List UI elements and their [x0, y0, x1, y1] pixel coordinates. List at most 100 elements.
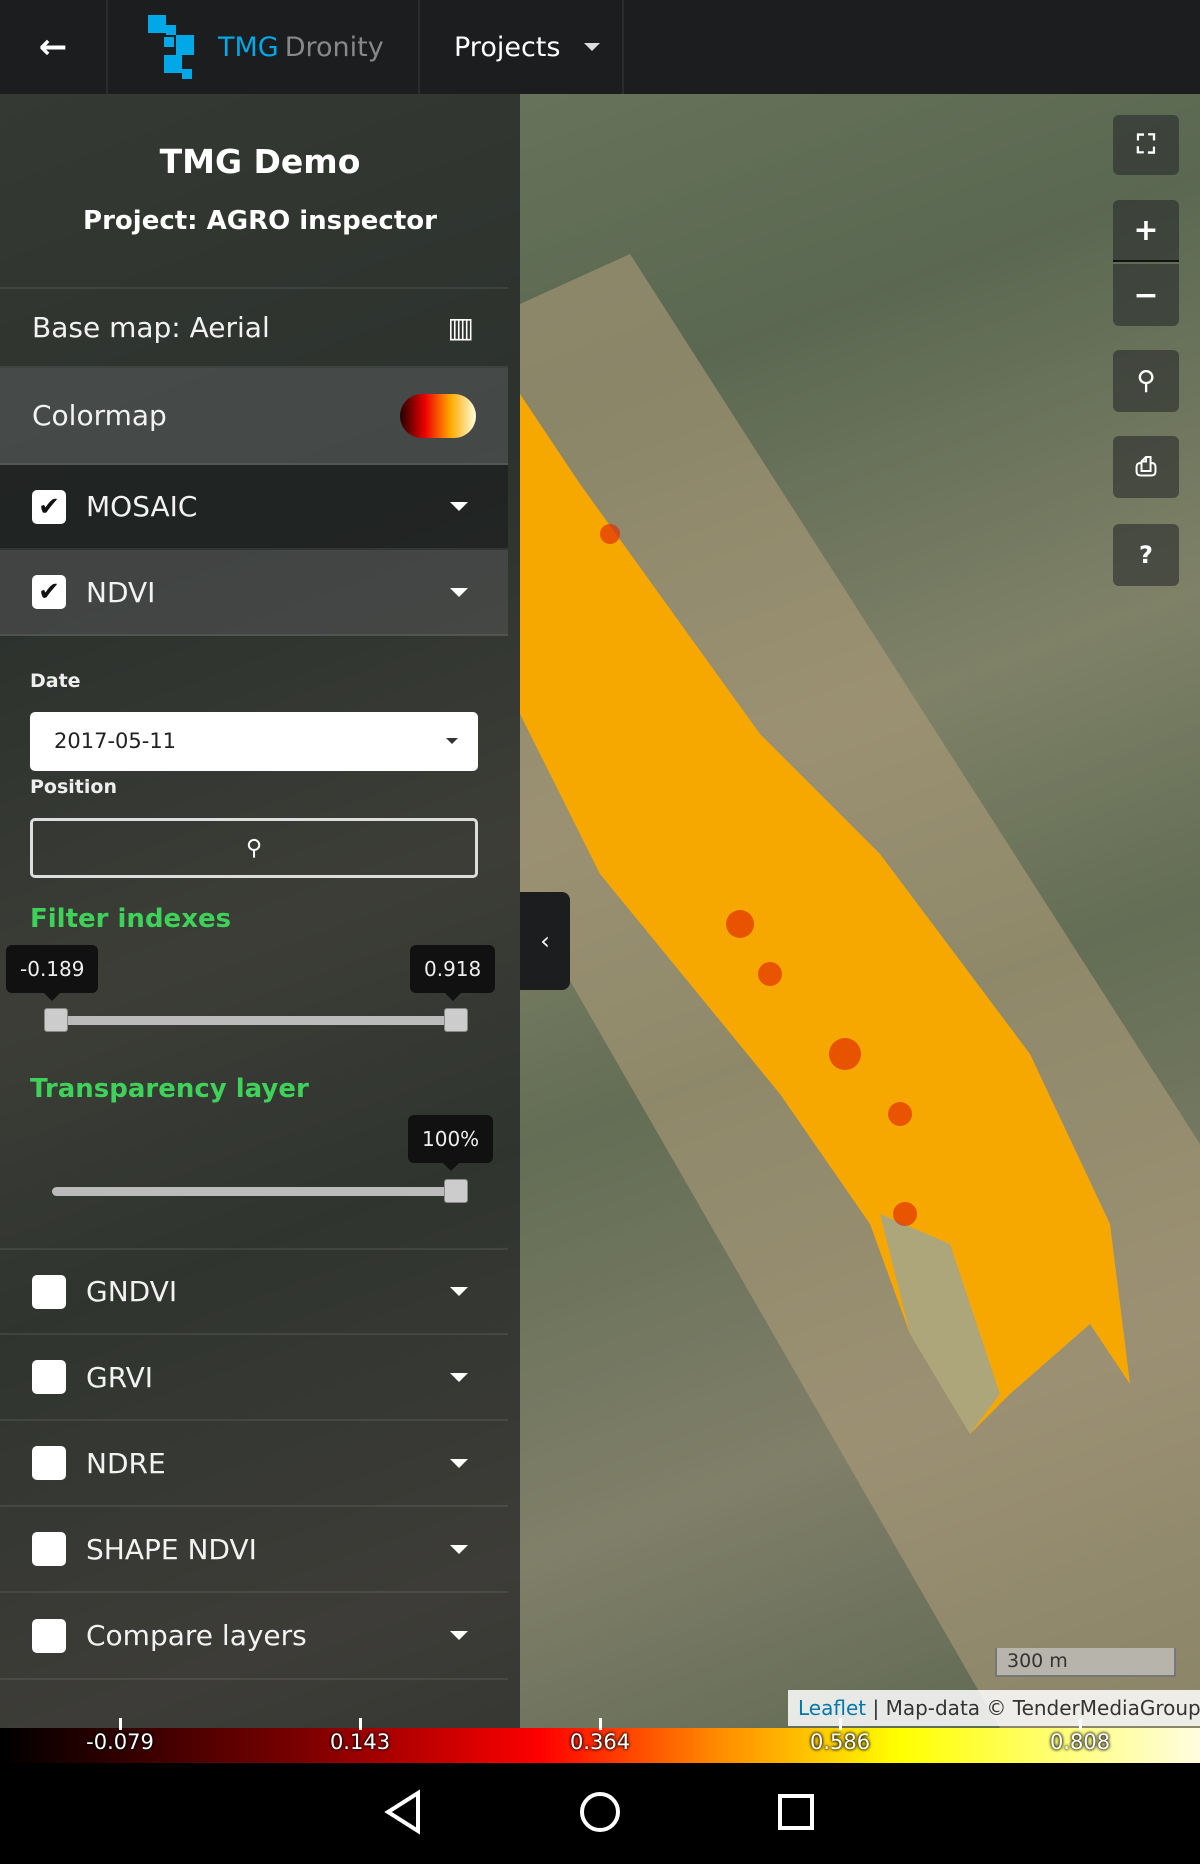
zoom-in-button[interactable]: + [1113, 200, 1179, 262]
print-icon: ⎙ [1135, 451, 1157, 482]
checkbox-checked[interactable]: ✔ [32, 575, 66, 609]
leaflet-link[interactable]: Leaflet [798, 1696, 866, 1720]
layer-label: GRVI [86, 1360, 154, 1394]
locate-button[interactable]: ⚲ [1113, 350, 1179, 412]
layer-label: MOSAIC [86, 490, 198, 523]
caret-down-icon [446, 738, 458, 744]
transparency-slider-track[interactable] [52, 1187, 466, 1196]
position-label: Position [30, 776, 117, 798]
colorbar-tick [119, 1718, 122, 1730]
colorbar-label: -0.079 [86, 1730, 154, 1754]
caret-down-icon[interactable] [450, 1631, 468, 1640]
caret-down-icon [584, 43, 601, 51]
filter-max-handle[interactable] [444, 1008, 468, 1032]
filter-min-handle[interactable] [44, 1008, 68, 1032]
checkbox[interactable] [32, 1274, 66, 1309]
back-button[interactable]: ← [0, 0, 108, 94]
project-name: Project: AGRO inspector [83, 206, 437, 236]
fullscreen-button[interactable]: ⛶ [1113, 115, 1179, 175]
brand-logo[interactable]: TMG Dronity [108, 0, 420, 94]
top-bar: ← TMG Dronity Projects [0, 0, 1200, 94]
checkbox[interactable] [32, 1360, 66, 1394]
layer-compare[interactable]: Compare layers [0, 1593, 508, 1680]
layer-ndre[interactable]: NDRE [0, 1421, 508, 1507]
colorbar-tick [839, 1718, 842, 1730]
colorbar-tick [599, 1718, 602, 1730]
circle-home-icon [580, 1792, 620, 1832]
arrow-left-icon: ← [38, 27, 68, 67]
transparency-handle[interactable] [444, 1179, 468, 1203]
plus-icon: + [1133, 212, 1159, 248]
transparency-tooltip: 100% [408, 1115, 494, 1171]
transparency-title: Transparency layer [30, 1074, 309, 1104]
collapse-sidebar-button[interactable]: ‹ [520, 892, 570, 990]
project-owner-title: TMG Demo [159, 142, 361, 181]
recents-nav-button[interactable] [778, 1794, 814, 1830]
help-button[interactable]: ? [1113, 524, 1179, 586]
brand-secondary: Dronity [284, 31, 384, 63]
layer-ndvi[interactable]: ✔ NDVI [0, 550, 508, 636]
layer-label: NDVI [86, 575, 156, 609]
home-nav-button[interactable] [580, 1792, 620, 1832]
fullscreen-icon: ⛶ [1136, 129, 1156, 160]
layer-mosaic[interactable]: ✔ MOSAIC [0, 465, 508, 550]
projects-label: Projects [454, 31, 561, 63]
attribution-text: | Map-data © TenderMediaGroup [872, 1696, 1200, 1720]
square-recents-icon [778, 1794, 814, 1830]
checkbox[interactable] [32, 1446, 66, 1480]
caret-down-icon[interactable] [450, 1458, 468, 1468]
map-attribution: Leaflet | Map-data © TenderMediaGroup [788, 1690, 1200, 1726]
filter-indexes-title: Filter indexes [30, 904, 232, 934]
caret-up-icon[interactable] [450, 587, 468, 597]
caret-down-icon[interactable] [450, 1372, 468, 1382]
colorbar-tick [359, 1718, 362, 1730]
layer-label: GNDVI [86, 1275, 178, 1308]
layer-grvi[interactable]: GRVI [0, 1335, 508, 1421]
date-value: 2017-05-11 [54, 729, 177, 753]
colorbar-label: 0.808 [1049, 1730, 1111, 1754]
print-button[interactable]: ⎙ [1113, 436, 1179, 498]
back-nav-button[interactable] [384, 1789, 420, 1835]
triangle-back-icon [384, 1789, 420, 1835]
position-input[interactable]: ⚲ [30, 818, 478, 878]
filter-min-tooltip: -0.189 [6, 945, 99, 1001]
projects-dropdown[interactable]: Projects [420, 0, 624, 94]
filter-slider-track[interactable] [46, 1016, 468, 1025]
caret-down-icon[interactable] [450, 1544, 468, 1554]
base-map-label: Base map: Aerial [32, 311, 270, 344]
logo-icon [148, 15, 194, 79]
colormap-row[interactable]: Colormap [0, 368, 508, 465]
checkbox[interactable] [32, 1532, 66, 1566]
date-label: Date [30, 670, 81, 692]
checkbox[interactable] [32, 1618, 66, 1653]
zoom-out-button[interactable]: − [1113, 264, 1179, 326]
layer-label: NDRE [86, 1446, 166, 1480]
question-icon: ? [1139, 541, 1153, 569]
colorbar-label: 0.586 [809, 1730, 871, 1754]
colorbar-label: 0.364 [569, 1730, 631, 1754]
map-icon: ▥ [447, 311, 474, 344]
layer-shape-ndvi[interactable]: SHAPE NDVI [0, 1507, 508, 1593]
android-nav-bar [0, 1763, 1200, 1860]
caret-down-icon[interactable] [450, 1287, 468, 1296]
colormap-swatch[interactable] [400, 393, 476, 438]
colorbar-label: 0.143 [329, 1730, 391, 1754]
checkbox-checked[interactable]: ✔ [32, 489, 66, 524]
caret-down-icon[interactable] [450, 502, 468, 511]
scale-bar: 300 m [995, 1648, 1176, 1677]
colormap-label: Colormap [32, 399, 167, 432]
filter-max-tooltip: 0.918 [410, 945, 496, 1001]
chevron-left-icon: ‹ [540, 927, 550, 955]
base-map-selector[interactable]: Base map: Aerial ▥ [0, 287, 508, 368]
layer-gndvi[interactable]: GNDVI [0, 1248, 508, 1335]
map-marker-icon: ⚲ [245, 835, 263, 861]
layer-label: SHAPE NDVI [86, 1532, 257, 1566]
brand-primary: TMG [218, 31, 279, 63]
date-select[interactable]: 2017-05-11 [30, 712, 478, 771]
colorbar-legend: -0.079 0.143 0.364 0.586 0.808 [0, 1718, 1200, 1763]
colorbar-tick [1079, 1718, 1082, 1730]
layer-label: Compare layers [86, 1619, 307, 1652]
map-marker-icon: ⚲ [1136, 366, 1156, 396]
minus-icon: − [1133, 277, 1159, 313]
sidebar: TMG Demo Project: AGRO inspector Base ma… [0, 94, 520, 1728]
